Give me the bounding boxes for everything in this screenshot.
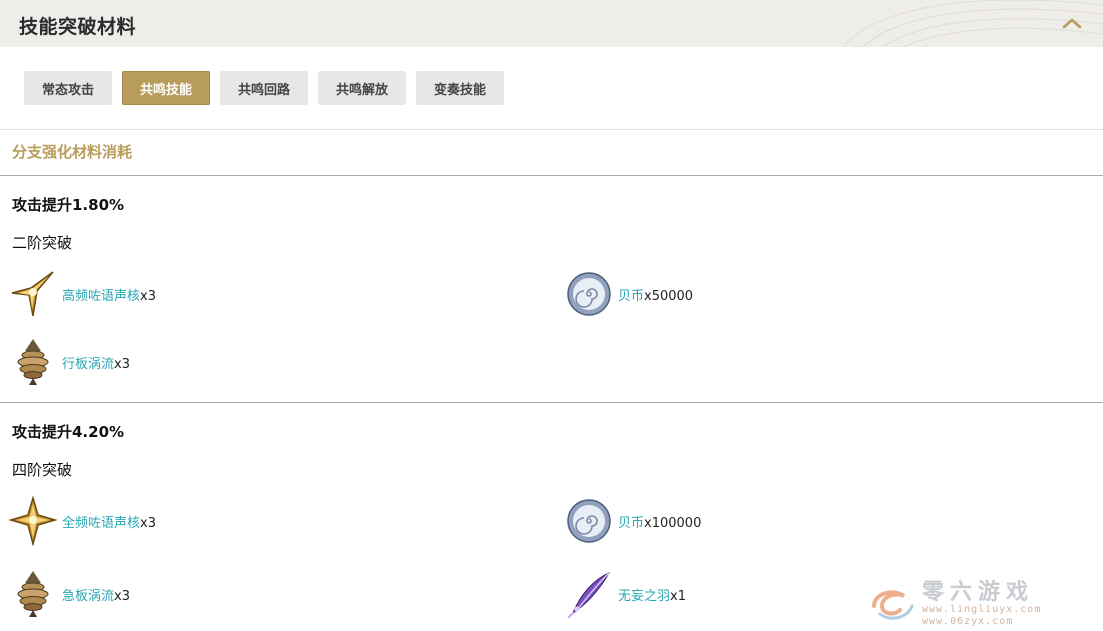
divider xyxy=(0,402,1103,403)
watermark-url: www.lingliuyx.com xyxy=(922,603,1042,615)
material-item: 无妄之羽x1 xyxy=(564,568,686,620)
material-qty: x100000 xyxy=(644,515,702,531)
vortex-spiral-icon xyxy=(8,568,58,620)
tab-intro-skill[interactable]: 变奏技能 xyxy=(416,71,504,105)
header-decoration xyxy=(842,0,1103,47)
group-stage: 四阶突破 xyxy=(12,461,73,479)
material-qty: x3 xyxy=(140,288,156,304)
golden-star-core-icon xyxy=(8,268,58,320)
skill-tabs: 常态攻击 共鸣技能 共鸣回路 共鸣解放 变奏技能 xyxy=(24,71,504,105)
watermark: 零六游戏 www.lingliuyx.com www.06zyx.com xyxy=(868,576,1103,631)
watermark-url: www.06zyx.com xyxy=(922,615,1014,627)
section-header: 技能突破材料 xyxy=(0,0,1103,47)
material-name-link[interactable]: 全频咗语声核 xyxy=(62,516,140,531)
chevron-up-icon xyxy=(1062,18,1082,29)
divider xyxy=(0,129,1103,130)
collapse-button[interactable] xyxy=(1061,14,1083,32)
vortex-spiral-icon xyxy=(8,336,58,388)
upgrade-group-1: 攻击提升1.80% 二阶突破 高频咗语声核x3 贝币x50000 行板涡流x3 xyxy=(0,194,1103,399)
material-qty: x3 xyxy=(114,356,130,372)
watermark-text: 零六游戏 xyxy=(922,578,1035,605)
material-name-link[interactable]: 无妄之羽 xyxy=(618,589,670,604)
tab-resonance-circuit[interactable]: 共鸣回路 xyxy=(220,71,308,105)
material-item: 全频咗语声核x3 xyxy=(8,495,156,547)
material-name-link[interactable]: 急板涡流 xyxy=(62,589,114,604)
group-title: 攻击提升1.80% xyxy=(12,196,125,214)
group-title: 攻击提升4.20% xyxy=(12,423,125,441)
material-qty: x3 xyxy=(114,588,130,604)
material-qty: x3 xyxy=(140,515,156,531)
section-heading: 分支强化材料消耗 xyxy=(12,143,133,161)
material-name-link[interactable]: 贝币 xyxy=(618,289,644,304)
page-title: 技能突破材料 xyxy=(19,16,137,38)
shell-coin-icon xyxy=(564,495,614,547)
shell-coin-icon xyxy=(564,268,614,320)
tab-resonance-liberation[interactable]: 共鸣解放 xyxy=(318,71,406,105)
material-qty: x1 xyxy=(670,588,686,604)
golden-star-core-icon xyxy=(8,495,58,547)
material-item: 高频咗语声核x3 xyxy=(8,268,156,320)
material-name-link[interactable]: 高频咗语声核 xyxy=(62,289,140,304)
material-name-link[interactable]: 行板涡流 xyxy=(62,357,114,372)
material-item: 贝币x100000 xyxy=(564,495,701,547)
material-name-link[interactable]: 贝币 xyxy=(618,516,644,531)
material-qty: x50000 xyxy=(644,288,694,304)
logo-swirl-icon xyxy=(872,589,914,620)
material-item: 行板涡流x3 xyxy=(8,336,130,388)
group-stage: 二阶突破 xyxy=(12,234,73,252)
purple-feather-icon xyxy=(564,568,614,620)
material-item: 贝币x50000 xyxy=(564,268,693,320)
divider xyxy=(0,175,1103,176)
tab-resonance-skill[interactable]: 共鸣技能 xyxy=(122,71,210,105)
tab-normal-attack[interactable]: 常态攻击 xyxy=(24,71,112,105)
material-item: 急板涡流x3 xyxy=(8,568,130,620)
